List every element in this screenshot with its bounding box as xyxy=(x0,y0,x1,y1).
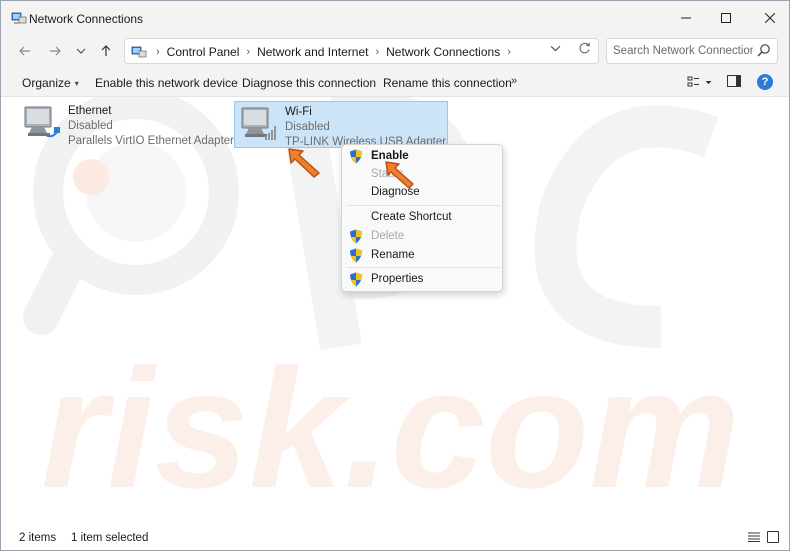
arrow-up-icon xyxy=(101,45,111,56)
menu-item-status[interactable]: Status xyxy=(342,166,502,184)
ethernet-adapter-icon xyxy=(24,106,60,138)
tiles-view-icon[interactable] xyxy=(767,531,779,543)
rename-connection-button[interactable]: Rename this connection xyxy=(383,76,512,90)
window-title: Network Connections xyxy=(29,12,144,26)
refresh-button[interactable] xyxy=(578,42,591,58)
maximize-icon xyxy=(721,13,731,23)
menu-item-enable[interactable]: Enable xyxy=(342,148,502,166)
navigation-bar: › Control Panel › Network and Internet ›… xyxy=(1,35,789,67)
search-box[interactable] xyxy=(606,38,778,64)
menu-item-rename[interactable]: Rename xyxy=(342,247,502,265)
details-view-icon[interactable] xyxy=(748,532,760,542)
menu-item-label: Create Shortcut xyxy=(371,211,452,223)
connection-item-ethernet[interactable]: Ethernet Disabled Parallels VirtIO Ether… xyxy=(18,101,234,147)
minimize-icon xyxy=(681,17,691,19)
menu-item-label: Rename xyxy=(371,249,415,261)
uac-shield-icon xyxy=(350,149,362,164)
help-icon: ? xyxy=(761,76,769,88)
connection-details: Ethernet Disabled Parallels VirtIO Ether… xyxy=(68,104,234,149)
menu-item-properties[interactable]: Properties xyxy=(342,271,502,289)
enable-device-button[interactable]: Enable this network device xyxy=(95,76,238,90)
connection-status: Disabled xyxy=(68,120,113,132)
close-button[interactable] xyxy=(747,1,789,35)
search-icon[interactable] xyxy=(757,43,771,57)
menu-item-create-shortcut[interactable]: Create Shortcut xyxy=(342,209,502,227)
address-history-button[interactable] xyxy=(550,43,561,57)
more-commands-button[interactable]: » xyxy=(511,75,517,87)
connection-name: Wi-Fi xyxy=(285,106,312,118)
breadcrumb-network-and-internet[interactable]: Network and Internet xyxy=(257,45,368,59)
uac-shield-icon xyxy=(350,229,362,244)
item-count: 2 items xyxy=(19,532,57,544)
organize-button[interactable]: Organize ▾ xyxy=(22,76,79,90)
file-list[interactable]: risk.com Ethernet Disabled Parallels Vir… xyxy=(1,97,789,523)
explorer-window: Network Connections › Control Panel › Ne… xyxy=(0,0,790,551)
up-button[interactable] xyxy=(94,41,118,61)
arrow-left-icon xyxy=(19,46,30,56)
recent-locations-button[interactable] xyxy=(69,41,93,61)
maximize-button[interactable] xyxy=(703,1,749,35)
uac-shield-icon xyxy=(350,272,362,287)
connection-adapter: Parallels VirtIO Ethernet Adapter xyxy=(68,135,234,147)
chevron-right-icon[interactable]: › xyxy=(507,46,511,58)
context-menu: Enable Status Diagnose Create Shortcut D… xyxy=(341,144,503,292)
chevron-right-icon[interactable]: › xyxy=(375,46,379,58)
menu-item-label: Properties xyxy=(371,273,424,285)
menu-item-delete[interactable]: Delete xyxy=(342,228,502,246)
chevron-down-icon xyxy=(76,48,86,54)
caret-down-icon: ▾ xyxy=(74,79,79,88)
menu-separator xyxy=(346,267,500,268)
chevron-right-icon: › xyxy=(156,46,160,58)
selection-count: 1 item selected xyxy=(71,532,149,544)
chevron-down-icon xyxy=(550,45,561,52)
menu-separator xyxy=(346,205,500,206)
help-button[interactable]: ? xyxy=(757,74,773,90)
chevron-right-icon[interactable]: › xyxy=(246,46,250,58)
pointer-arrow-enable xyxy=(385,161,414,189)
command-bar: Organize ▾ Enable this network device Dia… xyxy=(1,67,789,97)
preview-pane-button[interactable] xyxy=(727,75,741,87)
organize-label: Organize xyxy=(22,76,71,90)
status-bar: 2 items 1 item selected xyxy=(1,523,789,550)
change-view-icon[interactable] xyxy=(687,74,717,90)
pointer-arrow-wifi xyxy=(288,148,320,178)
diagnose-connection-button[interactable]: Diagnose this connection xyxy=(242,76,376,90)
network-connections-icon xyxy=(11,12,27,24)
arrow-right-icon xyxy=(50,46,61,56)
network-connections-icon xyxy=(131,46,147,58)
title-bar: Network Connections xyxy=(1,1,789,35)
breadcrumb-network-connections[interactable]: Network Connections xyxy=(386,45,500,59)
address-bar[interactable]: › Control Panel › Network and Internet ›… xyxy=(124,38,599,64)
back-button[interactable] xyxy=(13,41,37,61)
menu-item-diagnose[interactable]: Diagnose xyxy=(342,184,502,202)
breadcrumb: › Control Panel › Network and Internet ›… xyxy=(149,45,518,59)
forward-button[interactable] xyxy=(43,41,67,61)
close-icon xyxy=(765,13,775,23)
search-input[interactable] xyxy=(608,40,753,62)
connection-status: Disabled xyxy=(285,121,330,133)
connection-item-wifi[interactable]: Wi-Fi Disabled TP-LINK Wireless USB Adap… xyxy=(234,101,448,148)
menu-item-label: Delete xyxy=(371,230,405,242)
uac-shield-icon xyxy=(350,248,362,263)
breadcrumb-control-panel[interactable]: Control Panel xyxy=(167,45,240,59)
watermark-text: risk.com xyxy=(41,334,740,523)
wifi-adapter-icon xyxy=(241,107,276,140)
refresh-icon xyxy=(579,42,590,54)
connection-name: Ethernet xyxy=(68,105,112,117)
